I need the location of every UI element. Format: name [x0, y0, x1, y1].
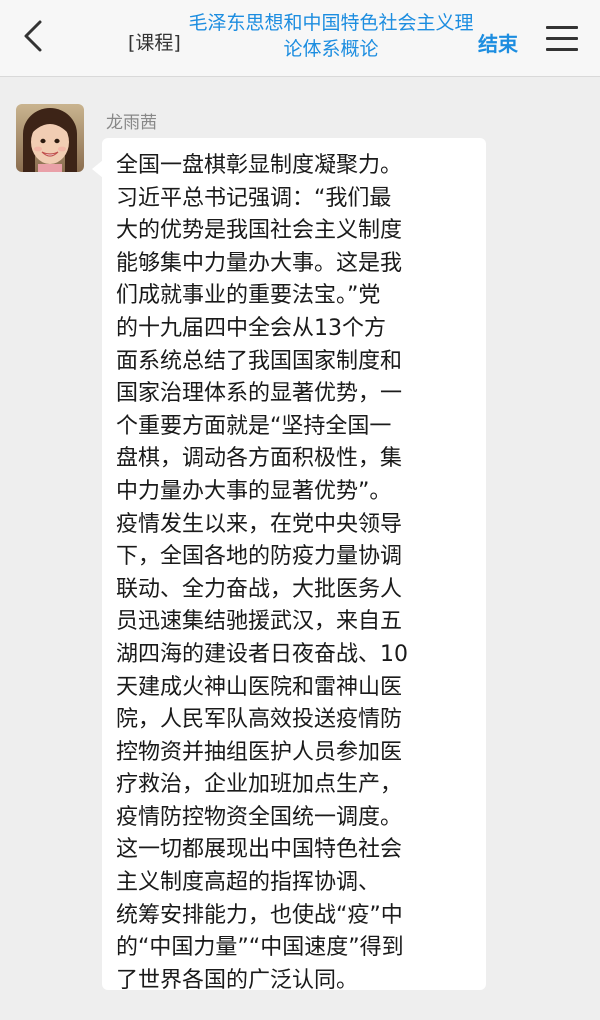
message-text: 全国一盘棋彰显制度凝聚力。 习近平总书记强调：“我们最 大的优势是我国社会主义制…	[116, 153, 408, 993]
page-title: 毛泽东思想和中国特色社会主义理论体系概论	[188, 12, 474, 60]
menu-button[interactable]	[542, 20, 582, 54]
end-button[interactable]: 结束	[478, 28, 518, 57]
avatar[interactable]	[16, 104, 84, 172]
sender-name: 龙雨茜	[106, 113, 157, 133]
title-area: [课程] 毛泽东思想和中国特色社会主义理论体系概论 结束	[128, 6, 528, 70]
chevron-left-icon	[24, 20, 42, 52]
avatar-image	[16, 104, 84, 172]
course-tag: [课程]	[128, 32, 181, 54]
top-bar: [课程] 毛泽东思想和中国特色社会主义理论体系概论 结束	[0, 0, 600, 77]
back-button[interactable]	[14, 16, 54, 56]
